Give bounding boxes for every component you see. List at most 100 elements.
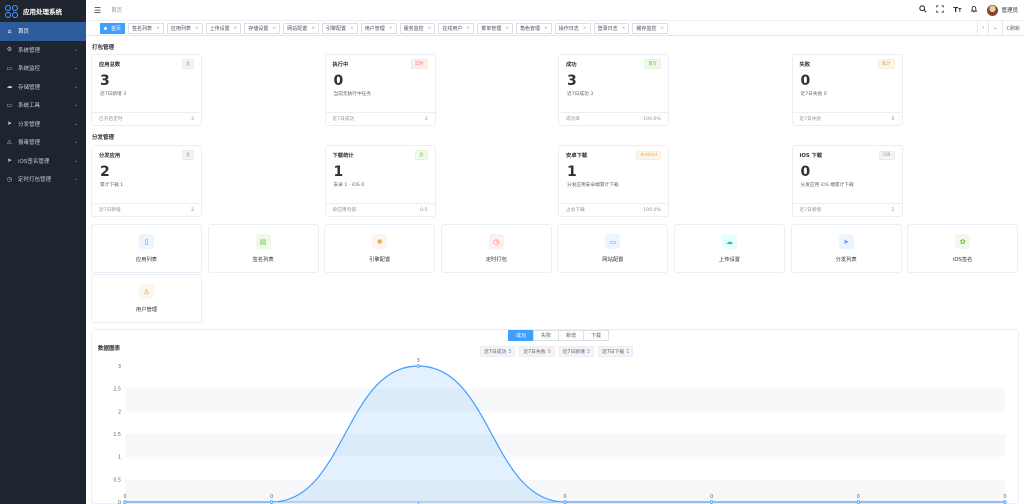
stat-card-footer-label: 近7日成功 — [332, 117, 355, 122]
y-tick-label: 0.5 — [113, 477, 121, 483]
quick-link-label: 签名列表 — [252, 257, 274, 263]
segment-button[interactable]: 新增 — [558, 330, 585, 341]
tag-item[interactable]: 服务监控 × — [399, 22, 436, 34]
avatar[interactable] — [987, 4, 999, 16]
tag-item[interactable]: 上传设置 × — [205, 22, 242, 34]
close-icon[interactable]: × — [156, 26, 160, 31]
user-menu[interactable]: 管理员 — [987, 4, 1018, 16]
tag-label: 上传设置 — [209, 25, 230, 32]
tag-item[interactable]: 存储设置 × — [244, 22, 281, 34]
tag-item[interactable]: 引擎配置 × — [322, 22, 358, 34]
chevron-down-icon: ⌄ — [73, 139, 78, 146]
refresh-button[interactable]: C刷新 — [1001, 20, 1024, 36]
close-icon[interactable]: × — [234, 26, 238, 31]
stat-chip-value: 0 — [547, 350, 551, 355]
sidebar-item[interactable]: ◷ 定时打包管理 ⌄ — [0, 170, 86, 189]
sidebar-item-label: 系统工具 — [18, 103, 41, 110]
quick-link[interactable]: ➤ 分发列表 — [790, 224, 902, 273]
sidebar-item[interactable]: ▭ 系统监控 ⌄ — [0, 59, 86, 78]
status-badge: iOS — [879, 150, 895, 160]
phone-icon: ▯ — [139, 234, 154, 249]
data-point — [709, 500, 714, 504]
stat-card-value: 0 — [800, 164, 811, 180]
stat-card-header: iOS 下载 iOS — [793, 149, 902, 161]
segment-button[interactable]: 下载 — [583, 330, 610, 341]
close-icon[interactable]: × — [505, 26, 509, 31]
data-point — [563, 500, 567, 504]
stat-card-footer: 近7日新增 2 — [792, 203, 902, 216]
stat-card-desc: 近7日成功 3 — [567, 92, 594, 97]
segment-button[interactable]: 失败 — [533, 330, 560, 341]
bell-icon[interactable] — [970, 5, 978, 15]
sidebar-item[interactable]: ⌂ 首页 — [0, 22, 86, 41]
chevron-down-icon: ⌄ — [73, 65, 78, 72]
close-icon[interactable]: × — [311, 26, 315, 31]
tag-item[interactable]: 用户管理 × — [360, 22, 397, 34]
sidebar-item[interactable]: ➤ iOS签名管理 ⌄ — [0, 152, 86, 171]
segment-button[interactable]: 成功 — [508, 330, 535, 341]
y-tick-label: 2.5 — [113, 387, 121, 393]
stat-card-desc: 安卓 1 · iOS 0 — [333, 183, 365, 188]
stat-card-footer-value: 2 — [891, 207, 895, 213]
tags-scroll-left-icon[interactable]: ‹ — [977, 20, 988, 36]
quick-link[interactable]: ▯ 应用列表 — [91, 224, 202, 273]
quick-link[interactable]: ☁ 上传设置 — [674, 224, 785, 273]
sidebar-item[interactable]: ▭ 系统工具 ⌄ — [0, 96, 86, 115]
chart-title: 数据图表 — [98, 346, 121, 352]
tag-item[interactable]: 在线用户 × — [438, 22, 475, 34]
quick-link[interactable]: ♙ 用户管理 — [91, 274, 202, 323]
stat-card-title: 下载统计 — [332, 153, 354, 159]
close-icon[interactable]: × — [389, 26, 393, 31]
fullscreen-icon[interactable] — [936, 5, 944, 15]
close-icon[interactable]: × — [660, 26, 664, 31]
hamburger-icon[interactable]: ☰ — [94, 6, 101, 15]
sidebar-item[interactable]: ⚠ 报毒管理 ⌄ — [0, 133, 86, 152]
username[interactable]: 管理员 — [1001, 6, 1018, 14]
close-icon[interactable]: × — [272, 26, 276, 31]
stat-card-footer-label: 近7日新增 — [99, 208, 121, 213]
data-point — [123, 500, 127, 504]
stat-chip-value: 3 — [586, 350, 590, 355]
tags-dropdown-icon[interactable]: ⌄ — [988, 20, 1001, 36]
close-icon[interactable]: × — [622, 26, 626, 31]
sidebar-item[interactable]: ☁ 存储管理 ⌄ — [0, 78, 86, 97]
chevron-down-icon: ⌄ — [73, 46, 78, 53]
tag-item[interactable]: 缓存监控 × — [632, 22, 669, 34]
sidebar-item[interactable]: ⚙ 系统管理 ⌄ — [0, 41, 86, 60]
quick-link[interactable]: ✿ iOS签名 — [907, 224, 1019, 273]
stat-card-header: 分发应用 总 — [92, 149, 201, 161]
tag-item[interactable]: 操作日志 × — [554, 22, 591, 34]
tag-item[interactable]: 应用列表 × — [166, 22, 203, 34]
stat-card-footer-value: 100.0% — [643, 207, 661, 213]
close-icon[interactable]: × — [544, 26, 548, 31]
tag-item[interactable]: 角色管理 × — [515, 22, 552, 34]
search-icon[interactable] — [919, 5, 927, 15]
tag-item[interactable]: 网站配置 × — [283, 22, 319, 34]
data-label: 3 — [417, 358, 420, 364]
quick-link[interactable]: ▤ 签名列表 — [207, 224, 319, 273]
gear-icon: ✿ — [955, 234, 971, 249]
app-logo: 应用处理系统 — [0, 0, 86, 22]
sidebar-item-label: 首页 — [18, 29, 30, 36]
tag-item[interactable]: 首页 — [100, 22, 126, 34]
send-icon: ➤ — [838, 234, 854, 249]
close-icon[interactable]: × — [428, 26, 432, 31]
font-size-icon[interactable]: TT — [953, 6, 961, 14]
sidebar-item[interactable]: ➤ 分发管理 ⌄ — [0, 115, 86, 134]
stat-card-header: 下载统计 总 — [326, 149, 435, 161]
quick-link[interactable]: ◷ 定时打包 — [440, 224, 552, 273]
grid-band — [125, 456, 1005, 480]
cloud-icon: ☁ — [6, 83, 13, 91]
close-icon[interactable]: × — [583, 26, 587, 31]
quick-link[interactable]: ✺ 引擎配置 — [324, 224, 436, 273]
close-icon[interactable]: × — [195, 26, 199, 31]
close-icon[interactable]: × — [466, 26, 470, 31]
tag-item[interactable]: 签名列表 × — [128, 22, 164, 34]
tag-item[interactable]: 登录日志 × — [593, 22, 630, 34]
quick-link[interactable]: ▭ 网站配置 — [557, 224, 669, 273]
breadcrumb[interactable]: 首页 — [111, 6, 122, 14]
close-icon[interactable]: × — [350, 26, 354, 31]
sidebar-menu: ⌂ 首页 ⚙ 系统管理 ⌄ ▭ 系统监控 ⌄ ☁ 存储管理 ⌄ ▭ 系统工具 ⌄ ➤ 分发管理 ⌄ ⚠ 报毒管理 ⌄ ➤… — [0, 22, 86, 189]
tag-item[interactable]: 菜单管理 × — [477, 22, 513, 34]
stat-card-title: iOS 下载 — [799, 153, 823, 159]
